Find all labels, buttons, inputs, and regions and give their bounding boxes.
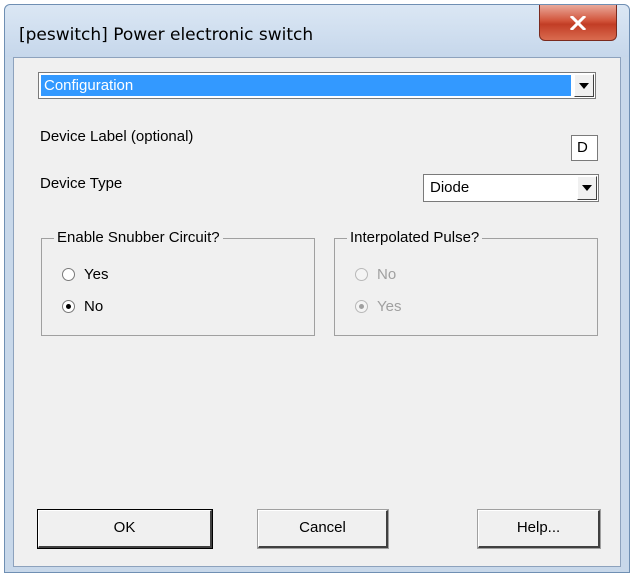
help-button[interactable]: Help... (477, 509, 601, 549)
snubber-group-legend: Enable Snubber Circuit? (54, 229, 223, 246)
snubber-yes-label: Yes (84, 266, 109, 283)
close-button[interactable] (539, 5, 617, 41)
ok-button[interactable]: OK (37, 509, 213, 549)
page-selector-dropdown[interactable]: Configuration (38, 72, 596, 99)
dialog-window: [peswitch] Power electronic switch Confi… (4, 4, 630, 573)
device-type-caption: Device Type (40, 175, 123, 192)
chevron-down-icon (579, 82, 589, 89)
close-x-icon (570, 15, 586, 30)
snubber-group: Enable Snubber Circuit? Yes No (41, 229, 315, 336)
dialog-body: Configuration Device Label (optional) D … (13, 57, 621, 567)
interpolated-no-radio: No (355, 266, 396, 283)
interpolated-yes-label: Yes (377, 298, 402, 315)
snubber-yes-radio[interactable]: Yes (62, 266, 108, 283)
device-type-value: Diode (430, 179, 470, 196)
radio-button-unchecked-disabled (355, 268, 368, 281)
snubber-no-label: No (84, 298, 104, 315)
window-title: [peswitch] Power electronic switch (19, 25, 314, 45)
interpolated-pulse-group-legend: Interpolated Pulse? (347, 229, 483, 246)
device-type-dropdown-button[interactable] (577, 176, 597, 200)
page-selector-value: Configuration (41, 75, 571, 96)
cancel-button[interactable]: Cancel (257, 509, 389, 549)
radio-button-checked-disabled (355, 300, 368, 313)
interpolated-pulse-group: Interpolated Pulse? No Yes (334, 229, 598, 336)
interpolated-yes-radio: Yes (355, 298, 401, 315)
device-label-caption: Device Label (optional) (40, 128, 194, 145)
device-label-input[interactable]: D (571, 135, 598, 161)
title-bar[interactable]: [peswitch] Power electronic switch (5, 5, 629, 57)
page-selector-dropdown-button[interactable] (574, 74, 594, 97)
snubber-no-radio[interactable]: No (62, 298, 103, 315)
device-type-dropdown[interactable]: Diode (423, 174, 599, 202)
radio-button-unchecked[interactable] (62, 268, 75, 281)
interpolated-no-label: No (377, 266, 397, 283)
radio-button-checked[interactable] (62, 300, 75, 313)
chevron-down-icon (582, 185, 592, 191)
